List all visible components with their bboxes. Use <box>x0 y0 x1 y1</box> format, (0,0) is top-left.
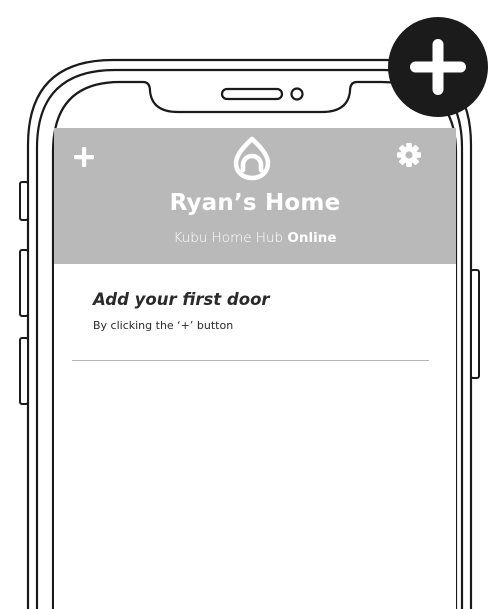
plus-icon <box>74 147 94 167</box>
phone-mockup: Ryan’s Home Kubu Home Hub Online Add you… <box>0 0 499 609</box>
home-title: Ryan’s Home <box>169 190 341 216</box>
gear-icon <box>397 143 421 167</box>
app-screen: Ryan’s Home Kubu Home Hub Online Add you… <box>54 128 456 609</box>
add-door-button[interactable] <box>72 145 96 169</box>
door-list-area: Add your first door By clicking the ‘+’ … <box>54 264 456 609</box>
empty-state-subtitle: By clicking the ‘+’ button <box>93 319 234 332</box>
settings-button[interactable] <box>395 141 423 169</box>
add-button-callout[interactable] <box>388 17 488 117</box>
home-header: Ryan’s Home Kubu Home Hub Online <box>54 128 456 264</box>
hub-name: Kubu Home Hub <box>173 230 284 246</box>
hub-status-line: Kubu Home Hub Online <box>54 230 456 246</box>
plus-icon <box>410 39 466 95</box>
hub-online-status: Online <box>287 230 337 246</box>
empty-state-title: Add your first door <box>93 290 270 309</box>
kubu-logo-icon <box>228 134 276 182</box>
divider <box>72 360 429 361</box>
